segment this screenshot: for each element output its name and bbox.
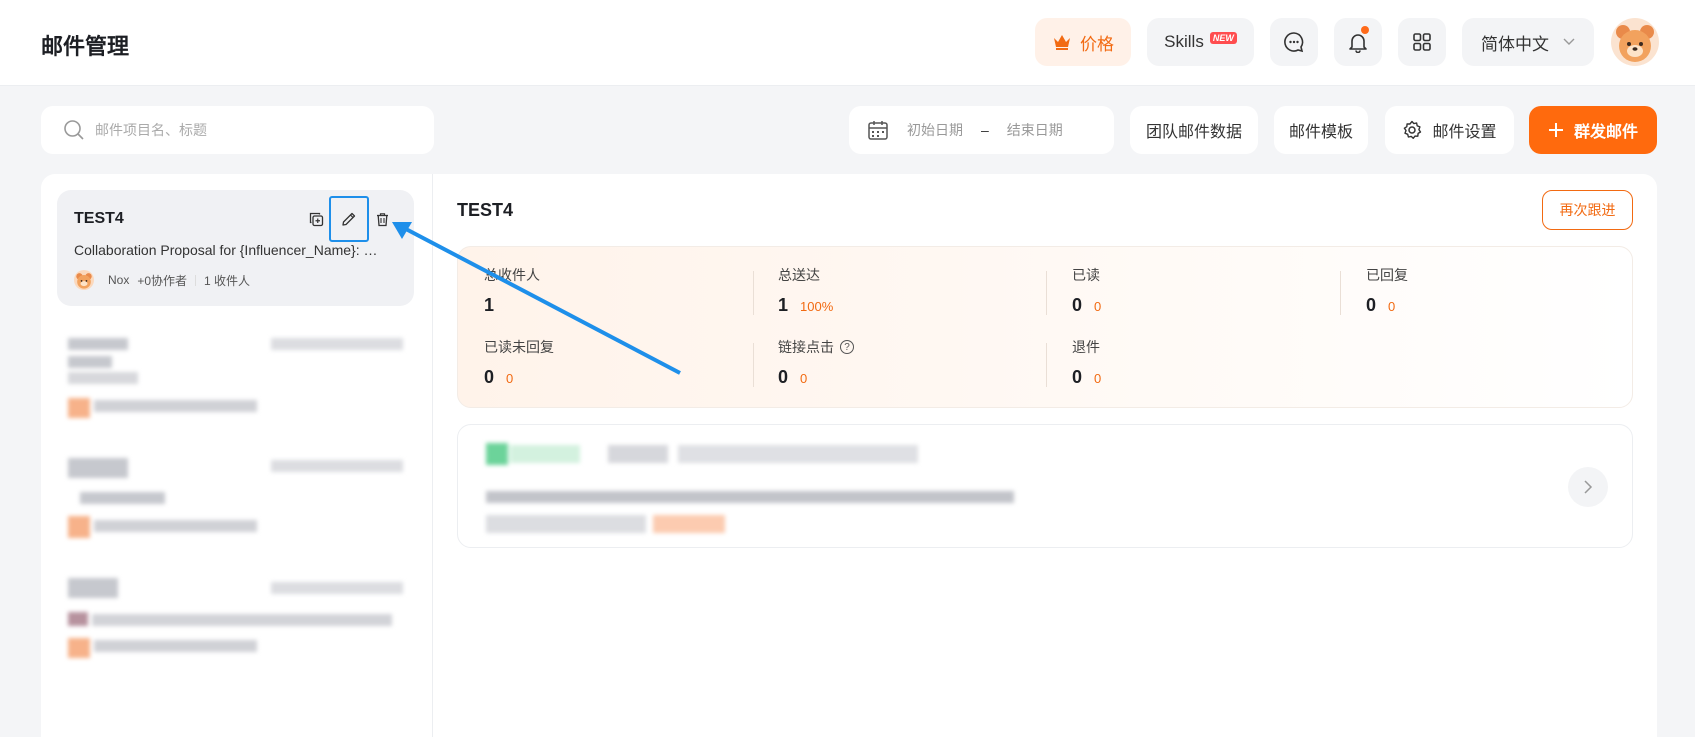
list-item[interactable]: [64, 452, 408, 564]
date-start[interactable]: 初始日期: [907, 120, 963, 140]
date-end[interactable]: 结束日期: [1007, 120, 1063, 140]
stat-label: 已回复: [1366, 267, 1408, 283]
grid-icon: [1413, 33, 1431, 51]
stat-value: 0: [1072, 367, 1083, 387]
campaign-actions: [303, 196, 395, 242]
expand-button[interactable]: [1568, 467, 1608, 507]
search-input[interactable]: [95, 122, 395, 138]
stat-divider: [1046, 271, 1047, 315]
crown-icon: [1054, 35, 1070, 50]
stat-value: 1: [484, 295, 495, 315]
stat-sub-value: 0: [1094, 299, 1102, 314]
new-badge: NEW: [1209, 32, 1237, 44]
stat-sub-value: 0: [1094, 371, 1102, 386]
stat-read-not-replied: 已读未回复 00: [484, 337, 744, 388]
stat-value: 0: [1072, 295, 1083, 315]
pencil-icon: [342, 212, 356, 226]
team-email-data-button[interactable]: 团队邮件数据: [1130, 106, 1258, 154]
language-label: 简体中文: [1481, 34, 1549, 54]
list-item[interactable]: [64, 330, 408, 442]
stat-value: 0: [1366, 295, 1377, 315]
meta-divider: [195, 274, 197, 286]
apps-button[interactable]: [1398, 18, 1446, 66]
stat-value: 0: [484, 367, 495, 387]
email-settings-button[interactable]: 邮件设置: [1385, 106, 1514, 154]
date-range-picker[interactable]: 初始日期 – 结束日期: [849, 106, 1114, 154]
search-icon: [64, 120, 84, 140]
copy-button[interactable]: [303, 206, 329, 232]
plus-icon: [1548, 123, 1563, 137]
chat-icon: [1284, 32, 1304, 53]
page-title: 邮件管理: [41, 34, 130, 59]
email-template-button[interactable]: 邮件模板: [1274, 106, 1368, 154]
skills-button[interactable]: Skills NEW: [1147, 18, 1254, 66]
stat-value: 1: [778, 295, 789, 315]
stat-label: 总收件人: [484, 267, 540, 283]
stat-sub-value: 0: [1388, 299, 1396, 314]
calendar-icon: [868, 121, 888, 140]
stat-sub-value: 0: [506, 371, 514, 386]
stat-label: 已读: [1072, 267, 1100, 283]
gear-icon: [1404, 120, 1422, 139]
stat-link-clicks: 链接点击? 00: [778, 337, 1038, 388]
skills-label: Skills: [1164, 32, 1204, 51]
chevron-right-icon: [1584, 480, 1593, 494]
bear-avatar-icon: [1616, 25, 1654, 62]
bear-avatar-icon: [74, 270, 94, 290]
campaign-collaborators: +0协作者: [137, 273, 188, 288]
stat-label: 已读未回复: [484, 339, 554, 355]
detail-title: TEST4: [457, 200, 514, 220]
date-separator: –: [981, 122, 989, 138]
search-box[interactable]: [41, 106, 434, 154]
stat-sub-value: 100%: [800, 299, 834, 314]
stat-value: 0: [778, 367, 789, 387]
stat-total-recipients: 总收件人 1: [484, 265, 744, 316]
stat-sub-value: 0: [800, 371, 808, 386]
stat-label: 总送达: [778, 267, 820, 283]
stat-read: 已读 00: [1072, 265, 1332, 316]
stat-label: 退件: [1072, 339, 1100, 355]
stat-divider: [1340, 271, 1341, 315]
copy-icon: [309, 212, 323, 226]
campaign-card-active[interactable]: TEST4 Collaboration Proposal for {Influe…: [57, 190, 414, 306]
stat-bounced: 退件 00: [1072, 337, 1332, 388]
email-settings-label: 邮件设置: [1432, 124, 1497, 141]
stat-label: 链接点击: [778, 339, 834, 355]
stat-total-delivered: 总送达 1 100%: [778, 265, 1038, 316]
user-avatar[interactable]: [1611, 18, 1659, 66]
campaign-recipients: 1 收件人: [204, 273, 251, 288]
stats-panel: 总收件人 1 总送达 1 100% 已读 00 已回复 00 已读未回复 00 链…: [457, 246, 1633, 408]
top-header: 邮件管理 价格 Skills NEW 简体中文: [0, 0, 1695, 86]
list-item[interactable]: [64, 574, 408, 686]
stat-divider: [753, 271, 754, 315]
language-select[interactable]: 简体中文: [1462, 18, 1594, 66]
chat-button[interactable]: [1270, 18, 1318, 66]
campaign-subject: Collaboration Proposal for {Influencer_N…: [74, 242, 378, 258]
recipient-detail-card[interactable]: [457, 424, 1633, 548]
campaign-title: TEST4: [74, 210, 124, 227]
stat-replied: 已回复 00: [1366, 265, 1626, 316]
trash-icon: [376, 212, 388, 226]
campaign-meta: Nox +0协作者 1 收件人: [74, 270, 250, 290]
delete-button[interactable]: [369, 206, 395, 232]
mass-send-button[interactable]: 群发邮件: [1529, 106, 1657, 154]
price-label: 价格: [1080, 34, 1114, 54]
notification-dot: [1361, 26, 1369, 34]
stat-divider: [753, 343, 754, 387]
bell-icon: [1349, 34, 1367, 53]
chevron-down-icon: [1563, 38, 1575, 45]
notification-button[interactable]: [1334, 18, 1382, 66]
price-button[interactable]: 价格: [1035, 18, 1131, 66]
campaign-owner: Nox: [108, 273, 130, 287]
mass-send-label: 群发邮件: [1573, 124, 1638, 141]
stat-divider: [1046, 343, 1047, 387]
help-icon[interactable]: ?: [840, 340, 854, 354]
edit-button[interactable]: [329, 196, 369, 242]
follow-up-button[interactable]: 再次跟进: [1542, 190, 1633, 230]
